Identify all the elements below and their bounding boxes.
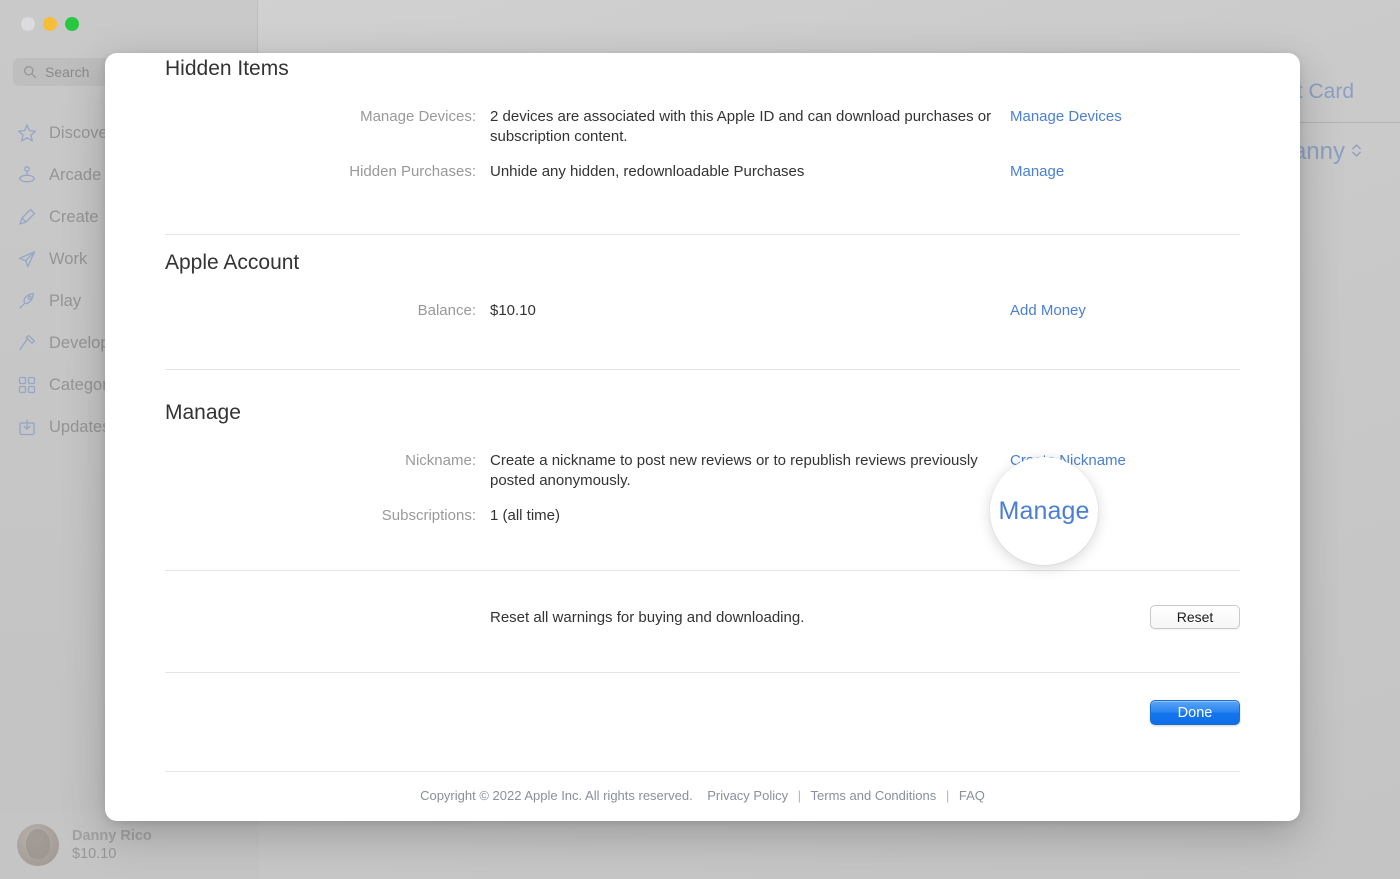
sidebar-item-label: Play [49,292,81,311]
section-hidden-items: Hidden Items Manage Devices: 2 devices a… [165,57,1240,235]
copyright-text: Copyright © 2022 Apple Inc. All rights r… [420,788,693,803]
redeem-gift-card-link[interactable]: t Card [1297,80,1354,104]
account-user-row[interactable]: Danny Rico $10.10 [0,811,258,879]
footer-separator: | [792,788,807,803]
chevron-up-down-icon [1351,142,1362,163]
row-label: Manage Devices: [165,107,490,127]
sidebar-item-label: Updates [49,418,110,437]
account-user-balance: $10.10 [72,846,152,862]
footer-separator: | [940,788,955,803]
search-placeholder: Search [45,64,89,80]
row-done: Done [165,700,1240,725]
footer-text: Copyright © 2022 Apple Inc. All rights r… [165,788,1240,803]
row-manage-devices: Manage Devices: 2 devices are associated… [165,107,1240,147]
reset-warnings-text: Reset all warnings for buying and downlo… [490,609,804,626]
row-value: $10.10 [490,301,1000,321]
account-name-selector[interactable]: anny [1293,138,1362,166]
row-reset-warnings: Reset all warnings for buying and downlo… [165,605,1240,629]
row-balance: Balance: $10.10 Add Money [165,301,1240,321]
row-label: Nickname: [165,451,490,471]
joystick-icon [17,165,37,185]
faq-link[interactable]: FAQ [959,788,985,803]
row-value: Unhide any hidden, redownloadable Purcha… [490,162,1000,182]
row-value: 1 (all time) [490,506,1000,526]
close-window-icon[interactable] [21,17,35,31]
add-money-link[interactable]: Add Money [1000,301,1240,321]
done-button[interactable]: Done [1150,700,1240,725]
privacy-policy-link[interactable]: Privacy Policy [707,788,788,803]
minimize-window-icon[interactable] [43,17,57,31]
grid-icon [17,375,37,395]
search-icon [23,65,37,79]
row-value: 2 devices are associated with this Apple… [490,107,1000,147]
section-apple-account: Apple Account Balance: $10.10 Add Money [165,251,1240,370]
footer-divider [165,771,1240,772]
account-name-label: anny [1293,138,1345,166]
sidebar-item-label: Develop [49,334,110,353]
row-hidden-purchases: Hidden Purchases: Unhide any hidden, red… [165,162,1240,182]
screen: Search Discover [0,0,1400,879]
paper-plane-icon [17,249,37,269]
window-traffic-lights[interactable] [21,17,79,31]
row-label: Balance: [165,301,490,321]
hidden-purchases-manage-link[interactable]: Manage [1000,162,1240,182]
row-value: Create a nickname to post new reviews or… [490,451,1000,491]
magnifier-callout: Manage [990,457,1098,565]
maximize-window-icon[interactable] [65,17,79,31]
manage-devices-link[interactable]: Manage Devices [1000,107,1240,127]
sidebar-item-label: Create [49,208,99,227]
paintbrush-icon [17,207,37,227]
section-reset-warnings: Reset all warnings for buying and downlo… [165,595,1240,725]
section-title-hidden-items: Hidden Items [165,57,1240,81]
section-divider [165,672,1240,673]
download-box-icon [17,417,37,437]
sheet-footer: Copyright © 2022 Apple Inc. All rights r… [165,771,1240,803]
row-label: Subscriptions: [165,506,490,526]
section-divider [165,369,1240,370]
avatar [17,824,59,866]
hammer-icon [17,333,37,353]
section-divider [165,234,1240,235]
account-user-name: Danny Rico [72,828,152,844]
star-icon [17,123,37,143]
row-label: Hidden Purchases: [165,162,490,182]
account-user-meta: Danny Rico $10.10 [72,828,152,862]
sidebar-item-label: Work [49,250,87,269]
section-title-apple-account: Apple Account [165,251,1240,275]
section-title-manage: Manage [165,401,1240,425]
account-settings-sheet: Hidden Items Manage Devices: 2 devices a… [105,53,1300,821]
magnifier-manage-link[interactable]: Manage [999,497,1090,526]
rocket-icon [17,291,37,311]
section-divider [165,570,1240,571]
sidebar-item-label: Discover [49,124,113,143]
reset-button[interactable]: Reset [1150,605,1240,629]
terms-and-conditions-link[interactable]: Terms and Conditions [811,788,937,803]
sidebar-item-label: Arcade [49,166,101,185]
